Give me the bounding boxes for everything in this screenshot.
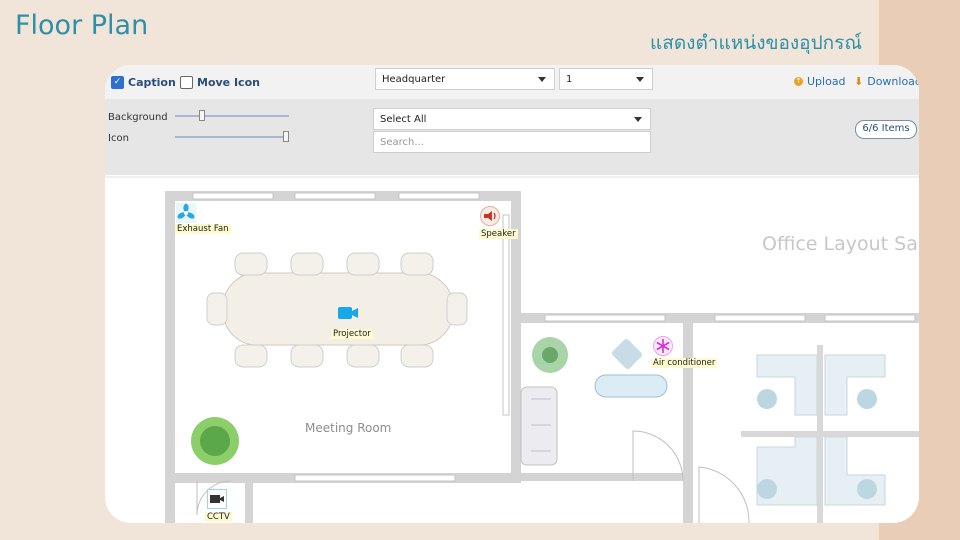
device-caption: Projector xyxy=(331,329,373,339)
slide-title: Floor Plan xyxy=(15,10,149,41)
download-label: Download xyxy=(867,75,919,88)
chevron-down-icon xyxy=(636,77,644,82)
search-input[interactable] xyxy=(373,131,651,153)
speaker-device[interactable] xyxy=(480,206,500,226)
move-icon-checkbox[interactable]: Move Icon xyxy=(180,76,260,89)
upload-button[interactable]: ↑ Upload xyxy=(794,75,846,88)
speaker-icon xyxy=(480,206,500,226)
office-layout-label: Office Layout Sample xyxy=(762,233,919,255)
meeting-room-label: Meeting Room xyxy=(305,421,392,435)
download-button[interactable]: ⬇ Download xyxy=(854,75,919,88)
floor-plan-canvas[interactable]: Meeting Room Office Layout Sample Exhaus… xyxy=(105,175,919,523)
floor-plan-app-window: ✓ Caption Move Icon Headquarter 1 ↑ Uplo… xyxy=(105,65,919,523)
items-count-badge[interactable]: 6/6 Items xyxy=(855,120,917,139)
checkbox-unchecked-icon xyxy=(180,76,193,89)
upload-label: Upload xyxy=(807,75,846,88)
projector-device[interactable] xyxy=(337,303,358,323)
filter-select-value: Select All xyxy=(380,113,427,125)
checkbox-checked-icon: ✓ xyxy=(111,76,124,89)
background-slider-track[interactable] xyxy=(175,115,289,117)
caption-checkbox-label: Caption xyxy=(128,76,176,89)
top-toolbar: ✓ Caption Move Icon Headquarter 1 ↑ Uplo… xyxy=(105,65,919,100)
camera-icon xyxy=(207,489,227,509)
device-caption: Speaker xyxy=(479,229,518,239)
exhaust-fan-device[interactable] xyxy=(176,203,196,223)
slide-subtitle: แสดงตำแหน่งของอุปกรณ์ xyxy=(650,32,862,54)
chevron-down-icon xyxy=(634,117,642,122)
projector-icon xyxy=(338,307,358,319)
building-select[interactable]: Headquarter xyxy=(375,68,555,90)
upload-icon: ↑ xyxy=(794,77,803,86)
device-caption: CCTV xyxy=(205,512,232,522)
filter-select[interactable]: Select All xyxy=(373,108,651,130)
air-conditioner-device[interactable] xyxy=(653,336,673,356)
chevron-down-icon xyxy=(538,77,546,82)
snowflake-icon xyxy=(653,336,673,356)
icon-slider-track[interactable] xyxy=(175,136,289,138)
cctv-device[interactable] xyxy=(207,489,227,509)
background-label: Background xyxy=(108,112,168,123)
background-slider-handle[interactable] xyxy=(198,110,205,121)
move-icon-checkbox-label: Move Icon xyxy=(197,76,260,89)
fan-icon xyxy=(176,203,196,223)
download-icon: ⬇ xyxy=(854,75,864,88)
floor-select-value: 1 xyxy=(566,73,573,85)
floor-select[interactable]: 1 xyxy=(559,68,653,90)
icon-slider-handle[interactable] xyxy=(283,131,289,142)
building-select-value: Headquarter xyxy=(382,73,446,85)
device-caption: Exhaust Fan xyxy=(175,224,231,234)
caption-checkbox[interactable]: ✓ Caption xyxy=(111,76,176,89)
controls-bar: Background Icon Select All 6/6 Items xyxy=(105,99,919,175)
device-caption: Air conditioner xyxy=(651,358,718,368)
icon-label: Icon xyxy=(108,133,129,144)
